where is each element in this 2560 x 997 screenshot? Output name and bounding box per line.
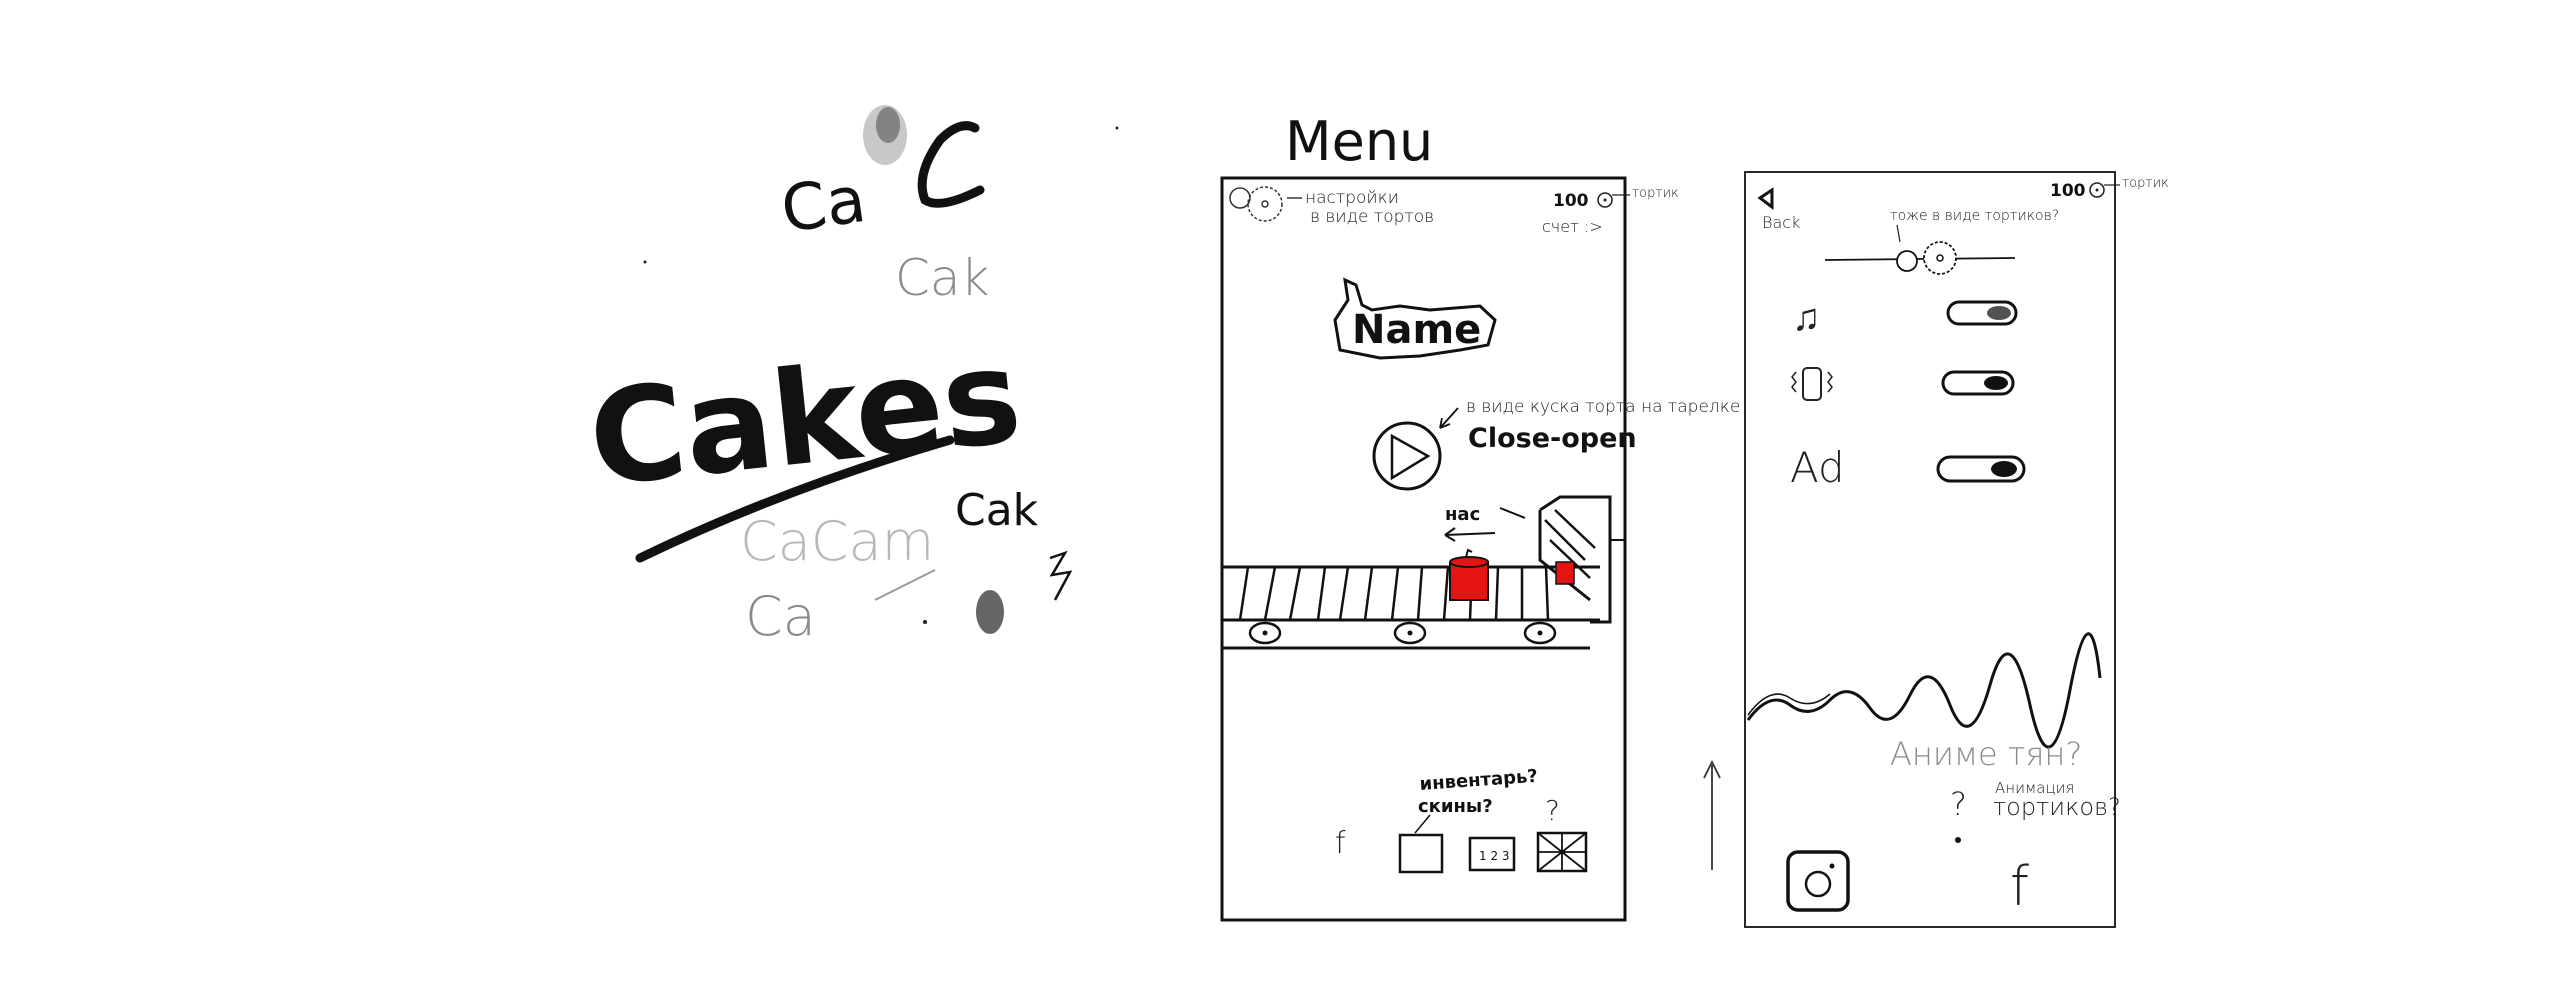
settings-facebook-icon[interactable]: f (2010, 855, 2029, 918)
annotation-line (1414, 814, 1431, 834)
crossed-box-lines (1537, 832, 1587, 872)
score-note: тортик (1632, 186, 1679, 201)
settings-screen: Back 100 тортик тоже в виде тортиков? ♫ (1744, 171, 2169, 928)
skins-note: скины? (1418, 796, 1493, 817)
inventory-button[interactable] (1398, 833, 1444, 874)
scribble-ca: Ca (777, 163, 870, 248)
settings-gear-small-icon (1229, 187, 1251, 209)
sketch-canvas: Ca Cak Cakes CaCam Cak Ca Menu настройки… (582, 105, 2169, 928)
dot-mark (643, 260, 647, 264)
slider-note: тоже в виде тортиков? (1890, 208, 2059, 224)
back-arrow-icon[interactable] (1757, 187, 1774, 210)
settings-cake-gear-icon (1247, 186, 1283, 222)
cake-coin-dot (1603, 198, 1607, 202)
settings-slider[interactable] (1824, 241, 2016, 275)
vibration-toggle-row (1791, 367, 2015, 401)
annotation-mark (1499, 507, 1526, 519)
settings-button[interactable] (1229, 186, 1283, 222)
music-toggle-knob (1987, 306, 2011, 320)
ads-icon: Ad (1790, 443, 1845, 492)
slider-knob-small (1896, 250, 1918, 272)
question-mark: ? (1545, 794, 1560, 827)
instagram-icon-frame (1786, 850, 1850, 912)
scribble-cacam: CaCam (740, 510, 934, 573)
smudge-mark (976, 590, 1004, 634)
slider-cake-knob-icon (1923, 241, 1957, 275)
inventory-note: инвентарь? (1419, 766, 1539, 795)
dot-mark (1115, 126, 1119, 130)
anime-note: Аниме тян? (1890, 735, 2082, 773)
conveyor-note: нас (1445, 504, 1480, 525)
scribble-cak-2: Cak (955, 485, 1039, 536)
wavy-divider (1746, 632, 2102, 749)
score-value: 100 (1553, 191, 1589, 211)
transition-arrow (1703, 759, 1721, 870)
oven-machine (1538, 495, 1625, 624)
big-c-stroke (917, 121, 985, 208)
vibration-toggle-knob (1984, 376, 2008, 390)
ads-toggle-row: Ad (1790, 443, 2026, 492)
instagram-button[interactable] (1786, 850, 1850, 912)
score-label: счет :> (1542, 217, 1603, 236)
play-triangle-icon (1390, 433, 1431, 481)
settings-cake-coin-dot (2095, 188, 2099, 192)
scribble-ca-2: Ca (745, 585, 816, 648)
play-state-label: Close-open (1468, 423, 1637, 454)
slider-track (1824, 257, 2016, 261)
settings-question-mark: ? (1950, 785, 1967, 823)
question-dot (1955, 837, 1961, 843)
cake-on-belt (1449, 548, 1489, 601)
conveyor-wheels (1248, 621, 1557, 645)
menu-title: Menu (1285, 110, 1433, 173)
dot-mark (923, 620, 927, 624)
conveyor-slats (1238, 566, 1550, 621)
skins-button-label: 1 2 3 (1479, 849, 1510, 863)
conveyor-wheel-hubs (1262, 630, 1543, 636)
vibration-waves (1791, 371, 1833, 393)
direction-arrow (1444, 532, 1496, 536)
music-toggle-row: ♫ (1792, 295, 2018, 339)
settings-note: настройки (1305, 188, 1399, 208)
anim-note-2: тортиков? (1993, 793, 2121, 821)
menu-screen: Menu настройки в виде тортов 100 тортик … (1220, 110, 1740, 922)
crossed-box-button[interactable] (1536, 831, 1588, 873)
settings-gear-center (1261, 200, 1269, 208)
play-note: в виде куска торта на тарелке (1466, 397, 1740, 417)
ads-toggle-knob (1991, 461, 2017, 477)
music-note-icon: ♫ (1792, 295, 1821, 339)
settings-score-value: 100 (2050, 181, 2086, 201)
play-button[interactable] (1372, 421, 1442, 491)
name-plate-text: Name (1352, 307, 1481, 353)
facebook-icon[interactable]: f (1335, 826, 1346, 861)
instagram-icon (1804, 870, 1832, 898)
back-label[interactable]: Back (1762, 213, 1800, 232)
logo-sketch-area: Ca Cak Cakes CaCam Cak Ca (582, 105, 1119, 648)
red-cake-small-icon (1555, 561, 1575, 585)
settings-note-2: в виде тортов (1310, 207, 1434, 227)
settings-score-note: тортик (2122, 176, 2169, 191)
scribble-cak: Cak (895, 249, 990, 307)
grey-stroke (874, 569, 936, 601)
smudge-mark (876, 107, 900, 143)
vibration-icon (1802, 367, 1822, 401)
squiggle-mark (1049, 550, 1073, 601)
cake-candle (1465, 548, 1473, 558)
annotation-line (1896, 224, 1901, 243)
